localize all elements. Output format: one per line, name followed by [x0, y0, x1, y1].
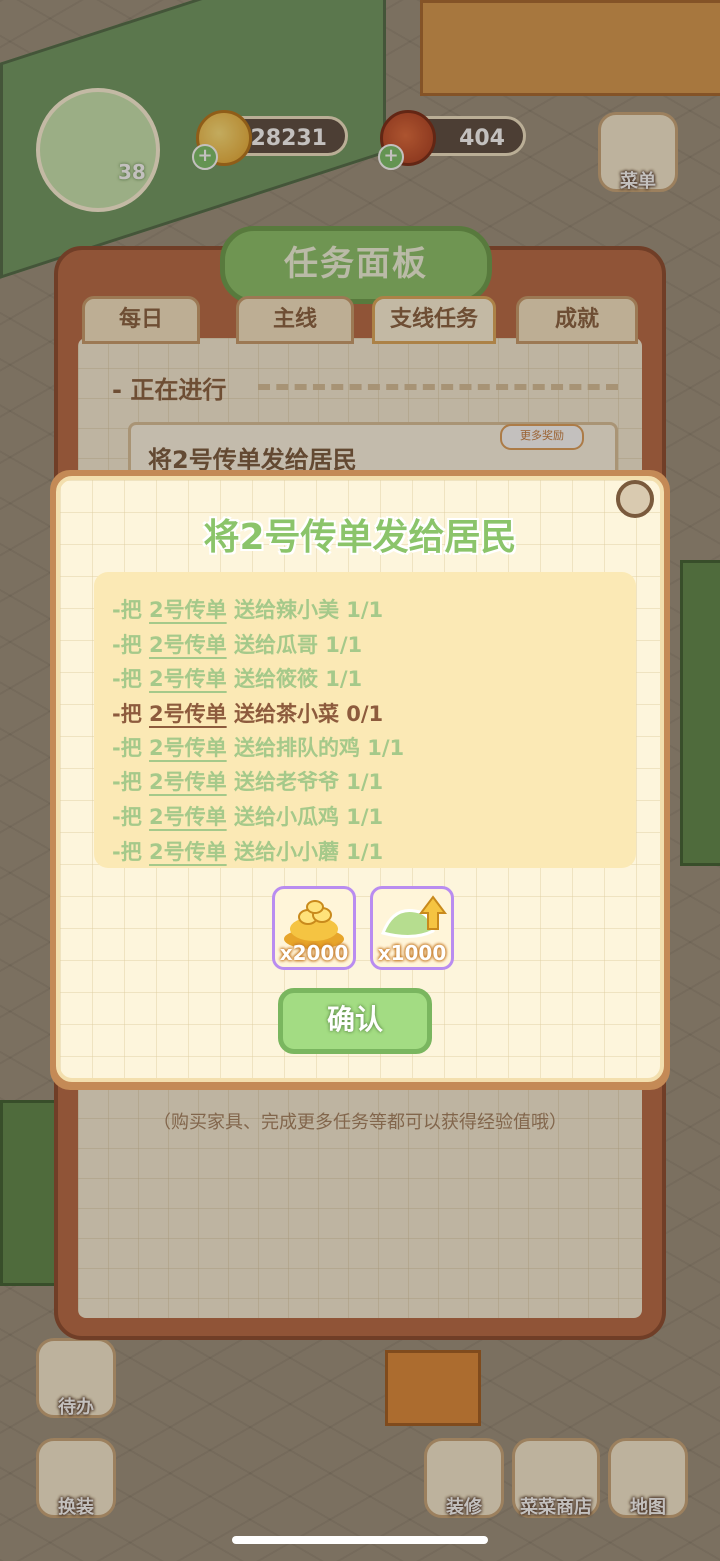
flyer-link[interactable]: 2号传单: [149, 598, 227, 622]
flyer-link[interactable]: 2号传单: [149, 702, 227, 726]
reward-coins[interactable]: x2000: [272, 886, 356, 970]
flyer-link[interactable]: 2号传单: [149, 633, 227, 657]
flyer-link[interactable]: 2号传单: [149, 667, 227, 691]
modal-title: 将2号传单发给居民: [203, 517, 517, 558]
list-item: -把 2号传单 送给辣小美 1/1: [112, 598, 384, 622]
list-item: -把 2号传单 送给小小蘑 1/1: [112, 840, 384, 864]
reward-coins-qty: x2000: [279, 941, 349, 965]
flyer-link[interactable]: 2号传单: [149, 840, 227, 864]
confirm-button[interactable]: 确认: [278, 988, 432, 1054]
flyer-link[interactable]: 2号传单: [149, 736, 227, 760]
list-item: -把 2号传单 送给筱筱 1/1: [112, 667, 363, 691]
list-item: -把 2号传单 送给小瓜鸡 1/1: [112, 805, 384, 829]
list-item: -把 2号传单 送给瓜哥 1/1: [112, 633, 363, 657]
reward-exp[interactable]: x1000: [370, 886, 454, 970]
home-indicator[interactable]: [232, 1536, 488, 1544]
flyer-link[interactable]: 2号传单: [149, 770, 227, 794]
task-requirement-list: -把 2号传单 送给辣小美 1/1 -把 2号传单 送给瓜哥 1/1 -把 2号…: [94, 572, 636, 868]
list-item: -把 2号传单 送给茶小菜 0/1: [112, 702, 384, 726]
flyer-link[interactable]: 2号传单: [149, 805, 227, 829]
list-item: -把 2号传单 送给老爷爷 1/1: [112, 770, 384, 794]
reward-exp-qty: x1000: [377, 941, 447, 965]
list-item: -把 2号传单 送给排队的鸡 1/1: [112, 736, 405, 760]
